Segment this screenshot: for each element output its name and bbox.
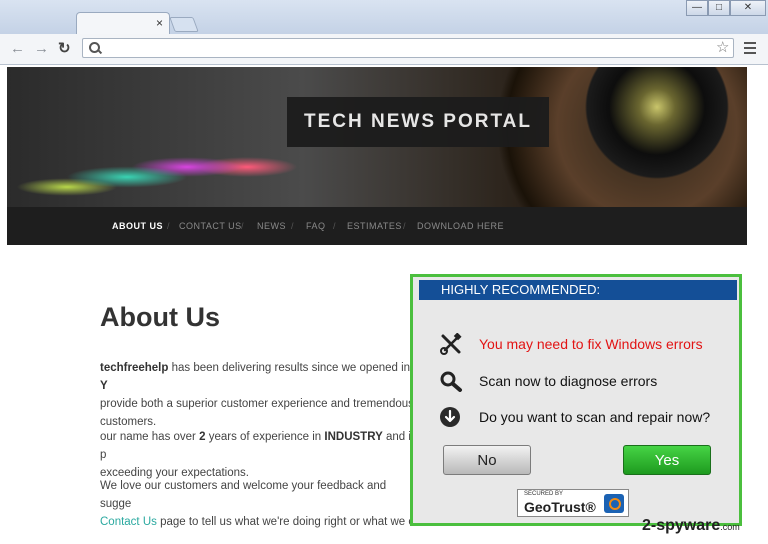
hero-banner: TECH NEWS PORTAL (7, 67, 747, 207)
title-bar: × — □ ✕ (0, 0, 768, 35)
geotrust-badge[interactable]: SECURED BY GeoTrust® (517, 489, 629, 517)
nav-about-us[interactable]: ABOUT US (112, 221, 163, 231)
page-heading: About Us (100, 302, 220, 332)
feedback-line-2: page to tell us what we're doing right o… (156, 516, 415, 528)
tools-icon (440, 333, 462, 355)
popup-item: You may need to fix Windows errors (439, 333, 739, 355)
nav-separator: / (291, 221, 294, 231)
nav-separator: / (403, 221, 406, 231)
popup-item-text: You may need to fix Windows errors (479, 336, 703, 352)
paragraph-intro: techfreehelp has been delivering results… (100, 359, 420, 431)
browser-window: × — □ ✕ ← → ↻ ☆ TECH NEWS PORTAL ABOUT U… (0, 0, 768, 544)
nav-faq[interactable]: FAQ (306, 221, 326, 231)
paragraph-experience: our name has over 2 years of experience … (100, 428, 420, 482)
geotrust-logo-icon (604, 494, 624, 513)
address-bar[interactable] (82, 38, 734, 58)
nav-news[interactable]: NEWS (257, 221, 286, 231)
site-title: TECH NEWS PORTAL (287, 97, 549, 147)
back-button[interactable]: ← (10, 41, 25, 56)
brand-name: techfreehelp (100, 362, 169, 374)
tab-close-icon[interactable]: × (156, 16, 163, 30)
watermark-brand: 2-spyware (642, 517, 721, 534)
nav-download-here[interactable]: DOWNLOAD HERE (417, 221, 504, 231)
popup-item-text: Do you want to scan and repair now? (479, 409, 711, 425)
intro-line-2: provide both a superior customer experie… (100, 398, 414, 410)
recommendation-popup: HIGHLY RECOMMENDED: You may need to fix … (410, 274, 742, 526)
intro-text: has been delivering results since we ope… (168, 362, 411, 374)
nav-estimates[interactable]: ESTIMATES (347, 221, 402, 231)
popup-item: Scan now to diagnose errors (439, 370, 739, 392)
spyware-watermark: 2-spyware.com (642, 517, 740, 535)
popup-header: HIGHLY RECOMMENDED: (419, 280, 737, 300)
badge-secured-text: SECURED BY (524, 491, 564, 497)
new-tab-button[interactable] (169, 17, 199, 32)
search-icon (89, 42, 100, 53)
experience-text-2: years of experience in (205, 431, 325, 443)
forward-button[interactable]: → (34, 41, 49, 56)
experience-text: our name has over (100, 431, 200, 443)
watermark-tld: .com (720, 522, 740, 532)
browser-tab[interactable]: × (76, 12, 170, 35)
feedback-line-1: We love our customers and welcome your f… (100, 480, 387, 510)
minimize-button[interactable]: — (686, 0, 708, 16)
magnifier-icon (440, 371, 462, 392)
maximize-button[interactable]: □ (708, 0, 730, 16)
bookmark-star-icon[interactable]: ☆ (716, 38, 729, 56)
paragraph-feedback: We love our customers and welcome your f… (100, 477, 420, 531)
nav-contact-us[interactable]: CONTACT US (179, 221, 242, 231)
nav-separator: / (333, 221, 336, 231)
site-nav: ABOUT US / CONTACT US / NEWS / FAQ / EST… (7, 207, 747, 245)
intro-bold: Y (100, 380, 108, 392)
popup-item: Do you want to scan and repair now? (439, 406, 739, 428)
url-input[interactable] (103, 40, 707, 58)
industry-value: INDUSTRY (324, 431, 383, 443)
close-window-button[interactable]: ✕ (730, 0, 766, 16)
contact-us-link[interactable]: Contact Us (100, 516, 157, 528)
menu-icon[interactable] (744, 42, 756, 57)
no-button[interactable]: No (443, 445, 531, 475)
intro-line-3: customers. (100, 416, 157, 428)
reload-button[interactable]: ↻ (58, 41, 71, 56)
nav-separator: / (241, 221, 244, 231)
popup-item-text: Scan now to diagnose errors (479, 373, 658, 389)
badge-brand-text: GeoTrust® (524, 499, 596, 515)
yes-button[interactable]: Yes (623, 445, 711, 475)
download-arrow-icon (440, 407, 460, 427)
nav-separator: / (167, 221, 170, 231)
